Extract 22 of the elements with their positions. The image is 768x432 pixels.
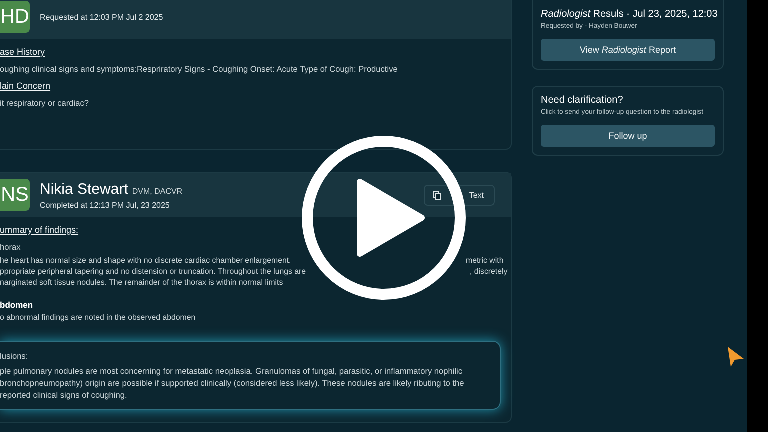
clarification-title: Need clarification? bbox=[541, 95, 624, 106]
view-report-button[interactable]: View Radiologist Report bbox=[541, 39, 715, 61]
section-heading: lain Concern bbox=[0, 81, 52, 92]
section-text: it respiratory or cardiac? bbox=[0, 97, 90, 110]
copy-icon bbox=[433, 190, 442, 200]
finding-title: bdomen bbox=[0, 300, 34, 310]
avatar: HD bbox=[0, 1, 30, 33]
radiologist-name: Nikia Stewart DVM, DACVR bbox=[40, 180, 184, 198]
section-heading: ase History bbox=[0, 47, 46, 57]
avatar: NS bbox=[0, 179, 30, 212]
completed-time: Completed at 12:13 PM Jul, 23 2025 bbox=[40, 200, 171, 210]
section-text: oughing clinical signs and symptoms:Respriratory Signs - Coughing Onset: Acute Type of Cough: Productive bbox=[0, 63, 399, 76]
conclusions-text: ple pulmonary nodules are most concerning for metastatic neoplasia. Granulomas of fungal, parasitic, or inflammatory nophilic bronchopneumopathy) origin are possible if supported clinically (considered less likely). These nodules are likely ributing to the reported clinical signs of coughing. bbox=[0, 365, 466, 402]
summary-heading: ummary of findings: bbox=[0, 225, 80, 236]
play-icon bbox=[356, 178, 426, 258]
finding-title: horax bbox=[0, 241, 22, 254]
cursor-icon bbox=[727, 346, 745, 368]
conclusions-title: lusions: bbox=[0, 350, 30, 362]
follow-up-button[interactable]: Follow up bbox=[541, 125, 715, 147]
request-time: Requested at 12:03 PM Jul 2 2025 bbox=[40, 12, 164, 22]
results-title: Radiologist Resuls - Jul 23, 2025, 12:03 bbox=[541, 9, 715, 20]
copy-text-button[interactable]: Text bbox=[424, 184, 495, 206]
